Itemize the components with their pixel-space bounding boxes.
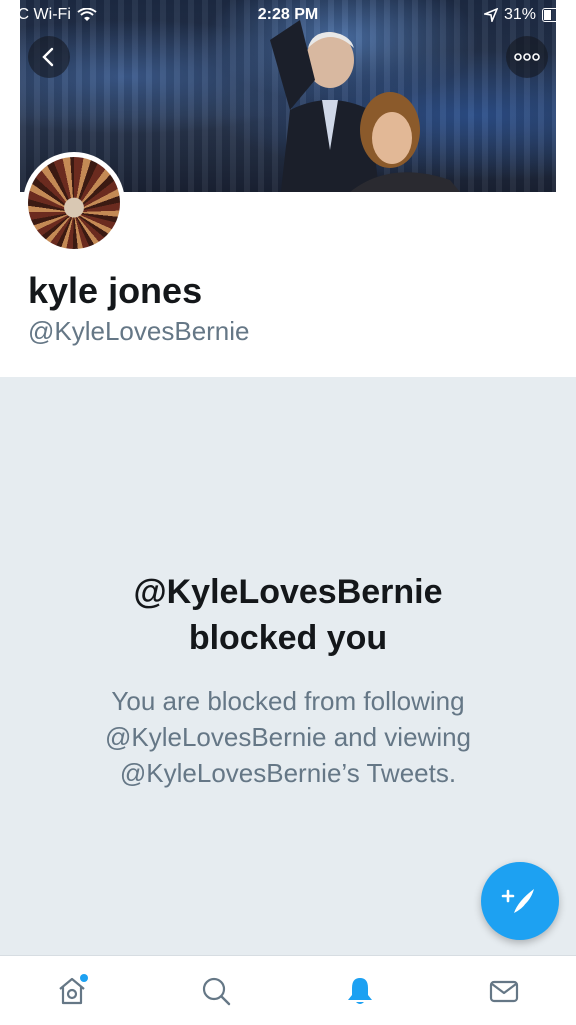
blocked-desc-line-2: @KyleLovesBernie and viewing xyxy=(104,722,472,752)
compose-tweet-button[interactable] xyxy=(481,862,559,940)
tab-home[interactable] xyxy=(42,966,102,1016)
more-dots-icon xyxy=(514,53,540,61)
blocked-title-text: blocked you xyxy=(188,619,388,657)
battery-icon xyxy=(542,8,571,22)
tab-messages[interactable] xyxy=(474,966,534,1016)
blocked-desc-line-3: @KyleLovesBernie’s Tweets. xyxy=(119,758,457,788)
messages-envelope-icon xyxy=(489,980,519,1002)
profile-name: kyle jones xyxy=(28,270,203,311)
avatar-image xyxy=(28,157,120,249)
bottom-tab-bar xyxy=(0,955,576,1025)
blocked-message-area: @KyleLovesBernie blocked you You are blo… xyxy=(0,377,576,955)
status-right: 31% xyxy=(483,6,571,24)
tab-search[interactable] xyxy=(186,966,246,1016)
blocked-title-handle: @KyleLovesBernie xyxy=(133,573,443,611)
chevron-left-icon xyxy=(42,47,54,67)
blocked-title: @KyleLovesBernie blocked you xyxy=(0,569,576,661)
more-options-button[interactable] xyxy=(506,36,548,78)
profile-handle: @KyleLovesBernie xyxy=(28,316,250,346)
location-arrow-icon xyxy=(483,8,498,22)
compose-tweet-icon xyxy=(501,889,534,913)
home-notification-dot xyxy=(80,973,88,982)
back-button[interactable] xyxy=(28,36,70,78)
status-bar: CC Wi-Fi 2:28 PM 31% xyxy=(0,0,576,30)
profile-avatar[interactable] xyxy=(23,152,125,254)
banner-woman-photo xyxy=(350,92,460,192)
search-icon xyxy=(202,977,231,1005)
battery-percent: 31% xyxy=(503,6,536,23)
tab-notifications[interactable] xyxy=(330,966,390,1016)
blocked-description: You are blocked from following @KyleLove… xyxy=(40,683,536,791)
blocked-desc-line-1: You are blocked from following xyxy=(111,686,465,716)
notifications-bell-icon xyxy=(348,977,372,1004)
